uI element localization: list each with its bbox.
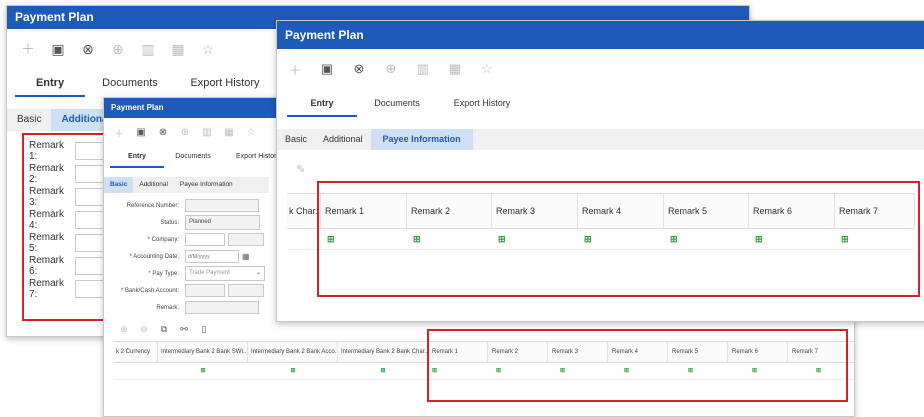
star-icon[interactable]: ☆ xyxy=(471,61,503,77)
calculator-icon[interactable]: ▦ xyxy=(163,41,193,58)
tab-entry[interactable]: Entry xyxy=(110,146,164,168)
pay-type-label: * Pay Type: xyxy=(148,270,179,277)
link-icon[interactable]: ⚯ xyxy=(174,324,194,335)
tab-documents[interactable]: Documents xyxy=(357,89,437,117)
remark-input[interactable] xyxy=(185,301,259,314)
status-value: Planned xyxy=(185,215,260,230)
reference-number-label: Reference Number: xyxy=(126,202,179,209)
add-cell-icon[interactable]: ⊞ xyxy=(248,363,338,379)
front-grid-toolbar: ✎ xyxy=(277,156,924,182)
add-cell-icon[interactable]: ⊞ xyxy=(338,363,428,379)
company-label: * Company: xyxy=(147,236,179,243)
front-toolbar: ＋ ▣ ⊗ ⊕ ▥ ▦ ☆ xyxy=(277,49,924,89)
column-header[interactable]: Intermediary Bank 2 Bank Acco... xyxy=(248,342,338,362)
save-icon[interactable]: ▣ xyxy=(130,127,152,138)
add-icon[interactable]: ＋ xyxy=(279,60,311,79)
bank-cash-account-input[interactable] xyxy=(185,284,225,297)
subtab-payee-information[interactable]: Payee Information xyxy=(370,129,473,150)
company-name-input[interactable] xyxy=(228,233,264,246)
add-row-icon[interactable]: ⊕ xyxy=(114,324,134,335)
remark-label: Remark: xyxy=(156,304,179,311)
tab-documents[interactable]: Documents xyxy=(164,146,222,168)
save-icon[interactable]: ▣ xyxy=(311,61,343,77)
column-header[interactable]: Intermediary Bank 2 Bank Char... xyxy=(338,342,428,362)
add-cell-icon[interactable]: ⊞ xyxy=(158,363,248,379)
cancel-icon[interactable]: ⊗ xyxy=(152,127,174,138)
subtab-additional[interactable]: Additional xyxy=(133,177,174,193)
bank-cash-account-name-input[interactable] xyxy=(228,284,264,297)
submit-icon[interactable]: ⊕ xyxy=(103,41,133,58)
calculator-icon[interactable]: ▦ xyxy=(439,61,471,77)
calendar-icon[interactable]: ▦ xyxy=(242,252,250,261)
tab-entry[interactable]: Entry xyxy=(15,69,85,97)
status-label: Status: xyxy=(160,219,179,226)
calculator-icon[interactable]: ▦ xyxy=(218,127,240,138)
submit-icon[interactable]: ⊕ xyxy=(375,61,407,77)
chevron-down-icon: ⌄ xyxy=(255,270,261,276)
column-header[interactable]: k 2 Currency xyxy=(114,342,158,362)
cancel-icon[interactable]: ⊗ xyxy=(343,61,375,77)
submit-icon[interactable]: ⊕ xyxy=(174,127,196,138)
tab-export-history[interactable]: Export History xyxy=(437,89,527,117)
subtab-basic[interactable]: Basic xyxy=(277,129,315,150)
star-icon[interactable]: ☆ xyxy=(240,127,262,138)
subtab-additional[interactable]: Additional xyxy=(315,129,371,150)
middle-sub-tabs: Basic Additional Payee Information xyxy=(104,177,269,193)
pay-type-value: Trade Payment xyxy=(189,270,230,276)
tab-export-history[interactable]: Export History xyxy=(175,69,275,97)
bank-cash-account-label: * Bank/Cash Account: xyxy=(120,287,179,294)
front-remarks-highlight xyxy=(317,181,920,297)
tab-documents[interactable]: Documents xyxy=(85,69,175,97)
save-icon[interactable]: ▣ xyxy=(43,41,73,58)
column-header[interactable]: Intermediary Bank 2 Bank SWI... xyxy=(158,342,248,362)
accounting-date-label: * Accounting Date: xyxy=(129,253,179,260)
subtab-payee-information[interactable]: Payee Information xyxy=(174,177,239,193)
pay-type-select[interactable]: Trade Payment ⌄ xyxy=(185,266,265,281)
subtab-basic[interactable]: Basic xyxy=(104,177,134,193)
front-window-title: Payment Plan xyxy=(285,28,364,42)
copy-row-icon[interactable]: ⧉ xyxy=(154,324,174,335)
front-sub-tabs: Basic Additional Payee Information xyxy=(277,129,924,150)
middle-remarks-highlight xyxy=(427,329,848,402)
delete-icon[interactable]: ▥ xyxy=(133,41,163,58)
star-icon[interactable]: ☆ xyxy=(193,41,223,58)
accounting-date-input[interactable] xyxy=(185,250,239,263)
back-remarks-highlight xyxy=(22,133,112,321)
subtab-basic[interactable]: Basic xyxy=(7,109,51,131)
reference-number-input[interactable] xyxy=(185,199,259,212)
edit-icon[interactable]: ✎ xyxy=(291,163,311,176)
front-main-tabs: Entry Documents Export History xyxy=(277,89,924,117)
tab-entry[interactable]: Entry xyxy=(287,89,357,117)
delete-icon[interactable]: ▥ xyxy=(196,127,218,138)
cancel-icon[interactable]: ⊗ xyxy=(73,41,103,58)
grid-cell xyxy=(114,363,158,379)
back-window-title: Payment Plan xyxy=(15,10,94,24)
middle-window-title: Payment Plan xyxy=(111,103,164,112)
add-icon[interactable]: ＋ xyxy=(13,39,43,59)
company-input[interactable] xyxy=(185,233,225,246)
add-icon[interactable]: ＋ xyxy=(108,125,130,140)
delete-icon[interactable]: ▥ xyxy=(407,61,439,77)
document-icon[interactable]: ▯ xyxy=(194,324,214,335)
remove-row-icon[interactable]: ⊖ xyxy=(134,324,154,335)
front-title-bar: Payment Plan xyxy=(277,21,924,49)
column-header[interactable]: k Char... xyxy=(287,194,321,228)
grid-cell xyxy=(287,229,321,249)
